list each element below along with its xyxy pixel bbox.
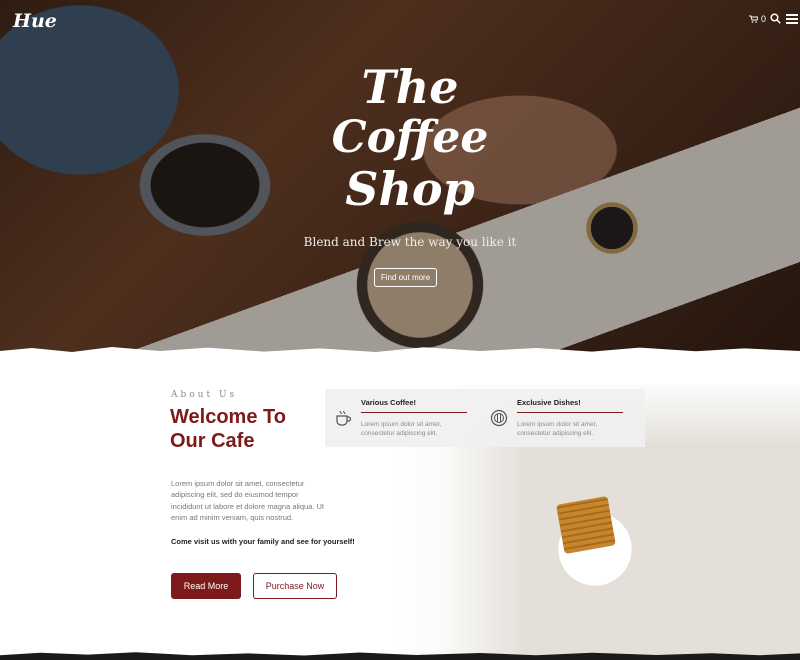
feature-description: Lorem ipsum dolor sit amet, consectetur … [361,421,442,438]
top-navbar: Hue 0 [0,0,800,40]
feature-divider [361,412,467,413]
about-label: About Us [171,390,238,400]
find-out-more-button[interactable]: Find out more [374,268,437,287]
site-logo[interactable]: Hue [13,10,57,32]
hero-tagline: Blend and Brew the way you like it [303,235,517,249]
cart-button[interactable]: 0 [749,14,766,24]
about-heading-line-2: Our Cafe [170,430,255,452]
feature-divider [517,412,623,413]
features-panel: Various Coffee! Lorem ipsum dolor sit am… [325,389,645,447]
feature-title: Various Coffee! [361,398,417,407]
dish-icon [490,409,508,427]
cart-icon [749,15,758,23]
search-icon[interactable] [770,13,781,24]
waffle-plate-illustration [556,495,616,555]
purchase-now-button[interactable]: Purchase Now [253,573,337,599]
feature-description: Lorem ipsum dolor sit amet, consectetur … [517,421,598,438]
about-heading-line-1: Welcome To [170,406,286,428]
feature-various-coffee: Various Coffee! Lorem ipsum dolor sit am… [325,397,475,441]
hamburger-menu-icon[interactable] [786,14,798,24]
hero-title-line-1: The [361,60,459,114]
hero-title: The Coffee Shop [320,58,500,228]
hero-title-line-2: Coffee [331,112,489,163]
read-more-button[interactable]: Read More [171,573,241,599]
feature-title: Exclusive Dishes! [517,398,581,407]
hero-title-line-3: Shop [345,162,475,216]
about-cta-text: Come visit us with your family and see f… [171,537,355,546]
cart-count: 0 [761,14,767,24]
feature-exclusive-dishes: Exclusive Dishes! Lorem ipsum dolor sit … [481,397,631,441]
coffee-cup-icon [336,410,352,426]
about-body-text: Lorem ipsum dolor sit amet, consectetur … [171,479,325,522]
